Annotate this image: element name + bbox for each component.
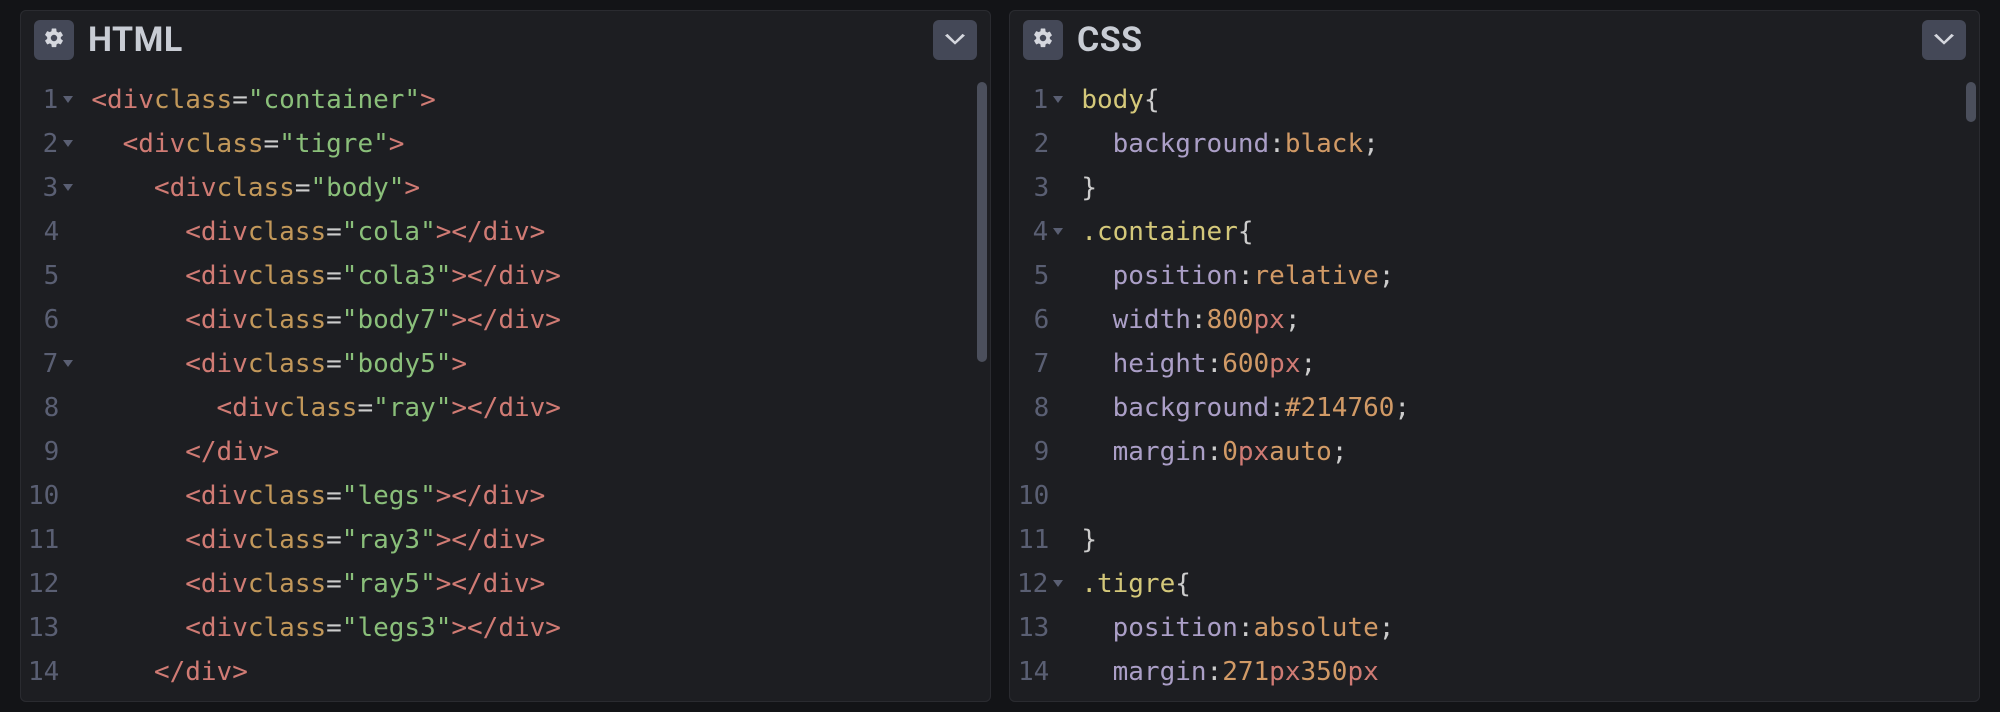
html-code[interactable]: <div class="container"> <div class="tigr…: [85, 70, 991, 702]
code-line[interactable]: margin:271px 350px: [1081, 650, 1980, 694]
css-pane: CSS 1234567891011121314 body{ background…: [1009, 10, 1980, 702]
code-line[interactable]: </div>: [91, 430, 991, 474]
code-line[interactable]: <div class="cola3"></div>: [91, 254, 991, 298]
fold-icon[interactable]: [63, 140, 73, 147]
scrollbar-thumb[interactable]: [977, 82, 987, 362]
html-gutter: 1234567891011121314: [20, 70, 85, 702]
code-line[interactable]: <div class="ray"></div>: [91, 386, 991, 430]
html-pane-header: HTML: [20, 10, 991, 70]
code-line[interactable]: <div class="legs3"></div>: [91, 606, 991, 650]
html-editor[interactable]: 1234567891011121314 <div class="containe…: [20, 70, 991, 702]
code-line[interactable]: <div class="body7"></div>: [91, 298, 991, 342]
fold-icon[interactable]: [1053, 96, 1063, 103]
fold-icon[interactable]: [1053, 580, 1063, 587]
code-line[interactable]: body{: [1081, 78, 1980, 122]
css-code[interactable]: body{ background:black;}.container{ posi…: [1075, 70, 1980, 702]
fold-icon[interactable]: [63, 96, 73, 103]
code-line[interactable]: position:absolute;: [1081, 606, 1980, 650]
gear-icon: [43, 27, 65, 53]
chevron-down-icon: [1934, 30, 1954, 50]
html-pane-title: HTML: [88, 20, 183, 60]
code-line[interactable]: <div class="legs"></div>: [91, 474, 991, 518]
html-expand-button[interactable]: [933, 20, 977, 60]
code-line[interactable]: <div class="body5">: [91, 342, 991, 386]
code-line[interactable]: <div class="cola"></div>: [91, 210, 991, 254]
header-left: HTML: [34, 20, 183, 60]
code-line[interactable]: [1081, 474, 1980, 518]
code-line[interactable]: .tigre{: [1081, 562, 1980, 606]
css-gutter: 1234567891011121314: [1009, 70, 1075, 702]
code-line[interactable]: .container{: [1081, 210, 1980, 254]
code-line[interactable]: }: [1081, 166, 1980, 210]
code-line[interactable]: <div class="body">: [91, 166, 991, 210]
code-line[interactable]: <div class="ray5"></div>: [91, 562, 991, 606]
code-line[interactable]: width:800px;: [1081, 298, 1980, 342]
panes-container: HTML 1234567891011121314 <div class="con…: [20, 10, 1980, 702]
fold-icon[interactable]: [1053, 228, 1063, 235]
html-settings-button[interactable]: [34, 20, 74, 60]
html-pane: HTML 1234567891011121314 <div class="con…: [20, 10, 991, 702]
code-line[interactable]: <div class="ray3"></div>: [91, 518, 991, 562]
css-editor[interactable]: 1234567891011121314 body{ background:bla…: [1009, 70, 1980, 702]
code-line[interactable]: height:600px;: [1081, 342, 1980, 386]
fold-icon[interactable]: [63, 184, 73, 191]
header-left: CSS: [1023, 20, 1143, 60]
app-root: HTML 1234567891011121314 <div class="con…: [0, 0, 2000, 712]
scrollbar-thumb[interactable]: [1966, 82, 1976, 122]
code-line[interactable]: <div class="container">: [91, 78, 991, 122]
css-settings-button[interactable]: [1023, 20, 1063, 60]
chevron-down-icon: [945, 30, 965, 50]
code-line[interactable]: }: [1081, 518, 1980, 562]
css-pane-title: CSS: [1077, 20, 1143, 60]
code-line[interactable]: position:relative;: [1081, 254, 1980, 298]
code-line[interactable]: </div>: [91, 650, 991, 694]
css-expand-button[interactable]: [1922, 20, 1966, 60]
code-line[interactable]: margin:0px auto;: [1081, 430, 1980, 474]
fold-icon[interactable]: [63, 360, 73, 367]
code-line[interactable]: <div class="tigre">: [91, 122, 991, 166]
css-pane-header: CSS: [1009, 10, 1980, 70]
code-line[interactable]: background:#214760;: [1081, 386, 1980, 430]
gear-icon: [1032, 27, 1054, 53]
code-line[interactable]: background:black;: [1081, 122, 1980, 166]
